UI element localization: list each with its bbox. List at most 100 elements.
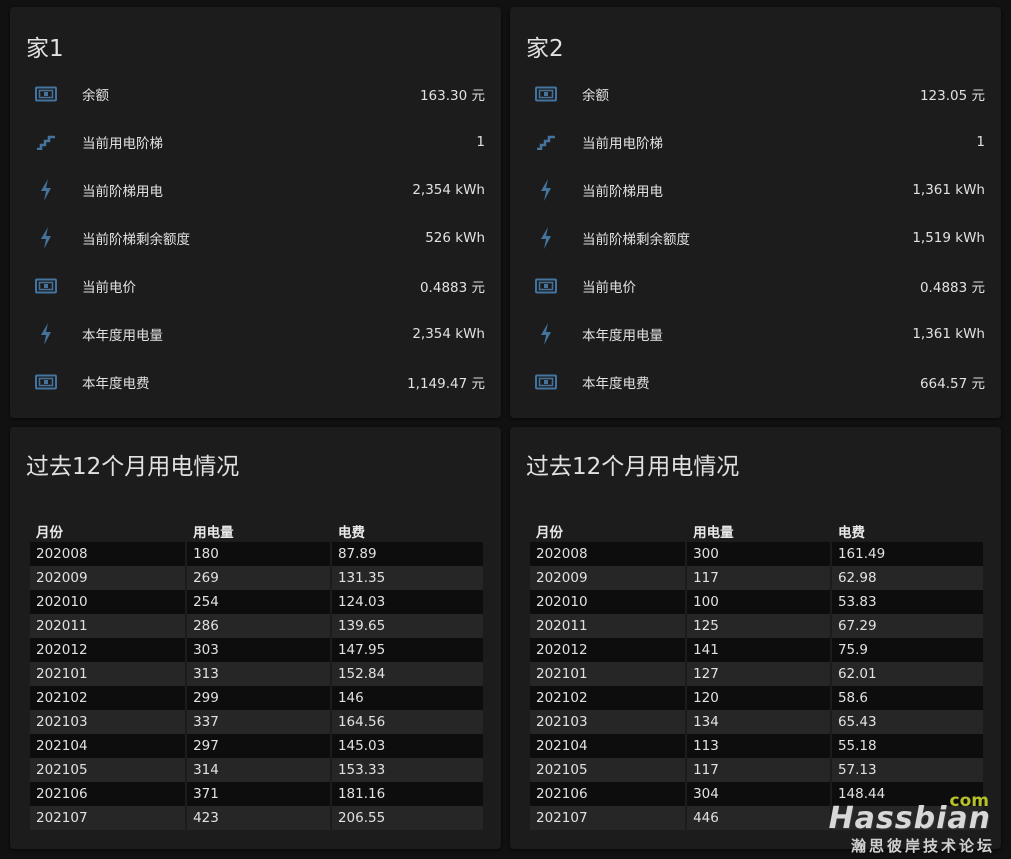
- stairs-icon: [26, 130, 66, 154]
- entity-state: 526 kWh: [425, 230, 485, 246]
- table-cell: 134: [687, 710, 830, 734]
- entity-state: 1,361 kWh: [912, 326, 985, 342]
- column-header: 用电量: [693, 525, 734, 541]
- table-cell: 181.16: [331, 782, 483, 806]
- entity-name: 本年度用电量: [82, 328, 163, 344]
- entity-name: 余额: [582, 88, 609, 104]
- entity-row[interactable]: 本年度电费 1,149.47 元: [26, 358, 485, 406]
- entity-name: 当前用电阶梯: [582, 136, 663, 152]
- cash-icon: [26, 370, 66, 394]
- table-cell: 300: [687, 542, 830, 566]
- entity-state: 664.57 元: [919, 376, 985, 392]
- table-cell: 297: [187, 734, 330, 758]
- entity-name: 余额: [82, 88, 109, 104]
- entity-row[interactable]: 当前用电阶梯 1: [26, 118, 485, 166]
- entities-card-home2: 家2 余额 123.05 元当前用电阶梯 1 当前阶梯用电 1,361 kWh 当前阶梯剩…: [510, 7, 1001, 418]
- table-cell: 202010: [530, 590, 686, 614]
- flash-icon: [526, 322, 566, 346]
- cash-icon: [526, 370, 566, 394]
- table-row: 202008 180 87.89: [30, 542, 483, 566]
- entity-state: 1: [476, 134, 485, 150]
- entity-row[interactable]: 当前阶梯剩余额度 1,519 kWh: [526, 214, 985, 262]
- entity-row[interactable]: 当前电价 0.4883 元: [526, 262, 985, 310]
- entity-state: 0.4883 元: [419, 280, 485, 296]
- entity-row[interactable]: 当前阶梯剩余额度 526 kWh: [26, 214, 485, 262]
- column-header: 月份: [536, 525, 563, 541]
- table-cell: 202104: [30, 734, 186, 758]
- column-header: 电费: [837, 525, 865, 541]
- table-cell: 153.33: [331, 758, 483, 782]
- table-cell: 141: [687, 638, 830, 662]
- history-card-home2: 过去12个月用电情况 月份 用电量 电费 202008 300 161.49 202009…: [510, 427, 1001, 849]
- table-cell: 202101: [530, 662, 686, 686]
- table-row: 202104 113 55.18: [530, 734, 983, 758]
- entity-row[interactable]: 余额 163.30 元: [26, 70, 485, 118]
- entity-state: 1,519 kWh: [912, 230, 985, 246]
- table-row: 202008 300 161.49: [530, 542, 983, 566]
- history-table: 月份 用电量 电费 202008 180 87.89 202009 269 131.35 202…: [28, 520, 485, 830]
- flash-icon: [26, 226, 66, 250]
- column-header: 月份: [36, 525, 63, 541]
- entity-name: 当前阶梯用电: [582, 184, 663, 200]
- table-cell: 202102: [530, 686, 686, 710]
- entity-row[interactable]: 当前阶梯用电 2,354 kWh: [26, 166, 485, 214]
- table-cell: 75.9: [831, 638, 983, 662]
- table-row: 202103 337 164.56: [30, 710, 483, 734]
- entity-row[interactable]: 本年度用电量 1,361 kWh: [526, 310, 985, 358]
- table-cell: 120: [687, 686, 830, 710]
- table-cell: 139.65: [331, 614, 483, 638]
- table-row: 202102 299 146: [30, 686, 483, 710]
- table-cell: 314: [187, 758, 330, 782]
- flash-icon: [26, 178, 66, 202]
- cash-icon: [26, 274, 66, 298]
- table-header-row: 月份 用电量 电费: [30, 520, 483, 542]
- table-cell: 100: [687, 590, 830, 614]
- table-cell: 164.56: [331, 710, 483, 734]
- table-row: 202012 141 75.9: [530, 638, 983, 662]
- entity-name: 本年度电费: [582, 376, 650, 392]
- table-row: 202105 314 153.33: [30, 758, 483, 782]
- table-cell: 202101: [30, 662, 186, 686]
- entity-name: 当前阶梯剩余额度: [82, 232, 190, 248]
- cash-icon: [526, 274, 566, 298]
- table-cell: 127: [687, 662, 830, 686]
- entity-list: 余额 163.30 元当前用电阶梯 1 当前阶梯用电 2,354 kWh 当前阶梯剩余额度…: [26, 70, 485, 406]
- entity-name: 当前电价: [82, 280, 136, 296]
- table-row: 202107 423 206.55: [30, 806, 483, 830]
- entity-row[interactable]: 当前用电阶梯 1: [526, 118, 985, 166]
- entity-row[interactable]: 余额 123.05 元: [526, 70, 985, 118]
- table-cell: 124.03: [331, 590, 483, 614]
- table-header-row: 月份 用电量 电费: [530, 520, 983, 542]
- table-cell: 53.83: [831, 590, 983, 614]
- entity-row[interactable]: 本年度电费 664.57 元: [526, 358, 985, 406]
- table-cell: 202105: [30, 758, 186, 782]
- table-cell: 337: [187, 710, 330, 734]
- stairs-icon: [526, 130, 566, 154]
- table-cell: 202010: [30, 590, 186, 614]
- table-cell: 446: [687, 806, 830, 830]
- table-row: 202009 117 62.98: [530, 566, 983, 590]
- entity-name: 本年度用电量: [582, 328, 663, 344]
- table-cell: 145.03: [331, 734, 483, 758]
- table-cell: 113: [687, 734, 830, 758]
- table-cell: 202105: [530, 758, 686, 782]
- table-row: 202101 127 62.01: [530, 662, 983, 686]
- table-cell: 202011: [30, 614, 186, 638]
- table-row: 202009 269 131.35: [30, 566, 483, 590]
- entity-row[interactable]: 本年度用电量 2,354 kWh: [26, 310, 485, 358]
- entity-row[interactable]: 当前电价 0.4883 元: [26, 262, 485, 310]
- table-cell: 206.55: [331, 806, 483, 830]
- table-cell: 202009: [30, 566, 186, 590]
- table-cell: 67.29: [831, 614, 983, 638]
- entity-list: 余额 123.05 元当前用电阶梯 1 当前阶梯用电 1,361 kWh 当前阶梯剩余额度…: [526, 70, 985, 406]
- table-row: 202012 303 147.95: [30, 638, 483, 662]
- card-title: 家1: [26, 36, 64, 62]
- cash-icon: [26, 82, 66, 106]
- table-row: 202011 286 139.65: [30, 614, 483, 638]
- cash-icon: [526, 82, 566, 106]
- history-table: 月份 用电量 电费 202008 300 161.49 202009 117 62.98 202…: [528, 520, 985, 830]
- table-cell: 58.6: [831, 686, 983, 710]
- entity-row[interactable]: 当前阶梯用电 1,361 kWh: [526, 166, 985, 214]
- watermark-logo: Hassbian: [828, 801, 991, 836]
- entity-name: 当前电价: [582, 280, 636, 296]
